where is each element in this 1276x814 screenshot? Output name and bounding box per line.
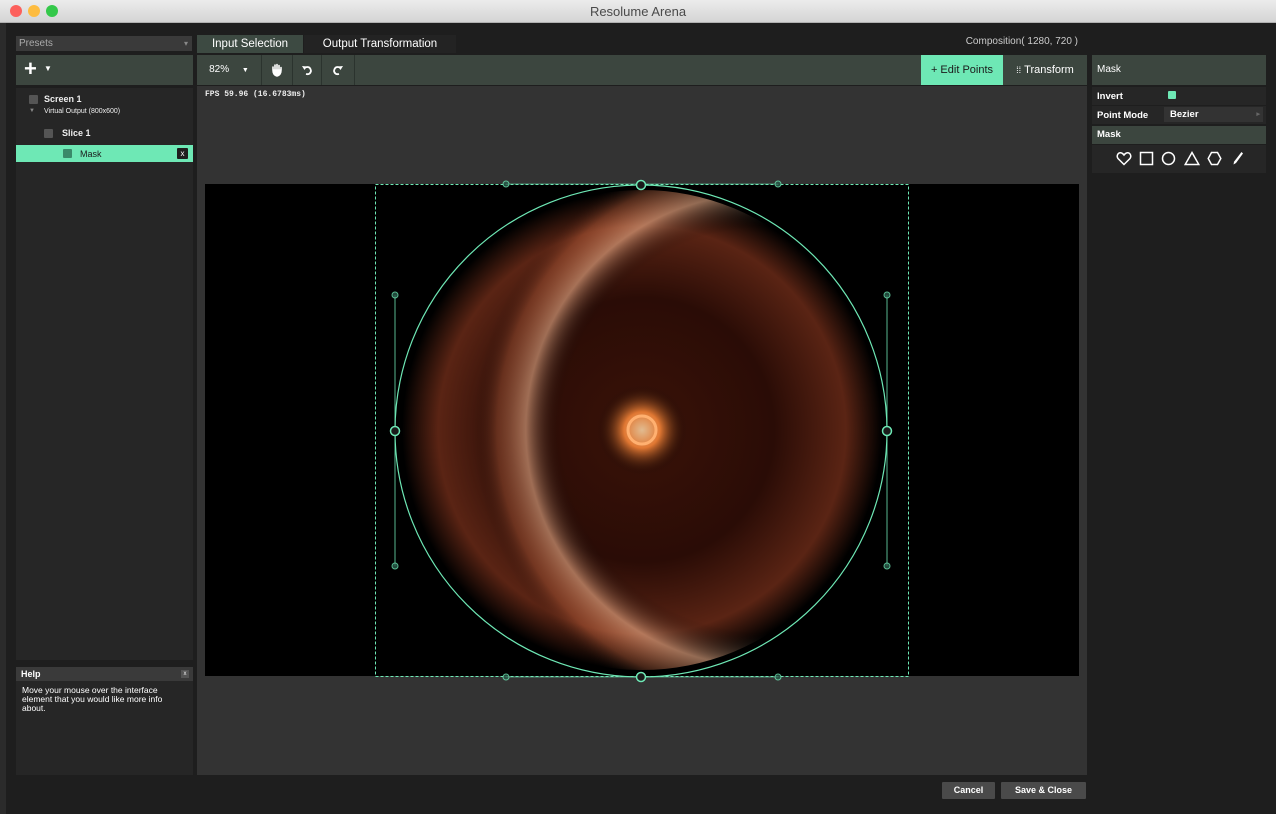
chevron-down-icon: ▼ xyxy=(241,67,249,74)
undo-button[interactable] xyxy=(293,55,322,85)
window-title: Resolume Arena xyxy=(589,4,687,19)
point-mode-row: Point Mode Bezier ▸ xyxy=(1092,106,1266,124)
tab-output-transformation[interactable]: Output Transformation xyxy=(304,35,456,53)
orb-core xyxy=(597,385,687,475)
tree-item-virtual-output[interactable]: ▼ Virtual Output (800x600) xyxy=(16,107,193,119)
tree-item-slice[interactable]: Slice 1 xyxy=(16,126,193,140)
video-preview xyxy=(205,184,1079,676)
presets-dropdown[interactable]: Presets ▾ xyxy=(16,36,192,51)
remove-mask-button[interactable]: x xyxy=(177,148,188,159)
tree-item-label: Virtual Output (800x600) xyxy=(44,108,121,115)
point-mode-value: Bezier xyxy=(1170,109,1199,120)
invert-row: Invert xyxy=(1092,87,1266,105)
help-title: Help xyxy=(16,667,193,681)
fps-readout: FPS 59.96 (16.6783ms) xyxy=(205,90,306,99)
plus-icon[interactable]: + xyxy=(24,58,37,80)
mask-properties-header: Mask xyxy=(1092,55,1266,85)
redo-button[interactable] xyxy=(322,55,355,85)
presets-label: Presets xyxy=(19,38,53,49)
video-frame xyxy=(402,190,882,670)
chevron-down-icon: ▸ xyxy=(1256,111,1260,118)
edit-points-button[interactable]: + Edit Points xyxy=(921,55,1003,85)
hand-icon xyxy=(272,63,282,77)
mask-section-header: Mask xyxy=(1092,126,1266,144)
expand-arrow-icon[interactable]: ▼ xyxy=(29,108,35,114)
hand-tool-button[interactable] xyxy=(262,55,293,85)
help-text: Move your mouse over the interface eleme… xyxy=(22,685,163,713)
composition-size: Composition( 1280, 720 ) xyxy=(965,36,1078,47)
slice-checkbox[interactable] xyxy=(44,129,53,138)
help-close-button[interactable]: x xyxy=(181,670,189,678)
cancel-button[interactable]: Cancel xyxy=(942,782,995,799)
redo-icon xyxy=(333,66,343,76)
zoom-value: 82% xyxy=(209,64,230,75)
zoom-dropdown[interactable]: 82% ▼ xyxy=(197,55,262,85)
transform-button[interactable]: ⁞⁞ Transform xyxy=(1003,55,1087,85)
point-mode-label: Point Mode xyxy=(1097,110,1149,121)
save-close-button[interactable]: Save & Close xyxy=(1001,782,1086,799)
mask-checkbox[interactable] xyxy=(63,149,72,158)
transform-label: Transform xyxy=(1024,64,1074,76)
transform-icon: ⁞⁞ xyxy=(1016,65,1022,75)
hexagon-icon[interactable] xyxy=(1207,151,1222,166)
tree-item-label: Mask xyxy=(80,149,102,159)
add-toolbar: + ▼ xyxy=(16,55,193,85)
point-mode-dropdown[interactable]: Bezier ▸ xyxy=(1164,107,1263,122)
layer-tree: Screen 1 ▼ Virtual Output (800x600) Slic… xyxy=(16,88,193,660)
mask-shape-tools xyxy=(1092,145,1266,173)
pen-icon[interactable] xyxy=(1232,151,1244,166)
square-icon[interactable] xyxy=(1139,151,1154,166)
undo-icon xyxy=(302,66,312,76)
triangle-icon[interactable] xyxy=(1184,151,1200,166)
invert-checkbox[interactable] xyxy=(1168,91,1176,99)
heart-icon[interactable] xyxy=(1116,151,1132,166)
tree-item-label: Slice 1 xyxy=(62,128,91,138)
tree-item-screen[interactable]: Screen 1 xyxy=(16,92,193,106)
tree-item-mask[interactable]: Mask x xyxy=(16,145,193,162)
chevron-down-icon: ▾ xyxy=(183,39,188,48)
circle-icon[interactable] xyxy=(1161,151,1176,166)
canvas-toolbar: 82% ▼ + Edit Points ⁞⁞ Transform xyxy=(197,55,1087,85)
title-bar: Resolume Arena xyxy=(0,0,1276,23)
tree-item-label: Screen 1 xyxy=(44,94,82,104)
tab-input-selection[interactable]: Input Selection xyxy=(197,35,303,53)
help-panel: Help x Move your mouse over the interfac… xyxy=(16,667,193,775)
chevron-down-icon[interactable]: ▼ xyxy=(44,64,52,73)
invert-label: Invert xyxy=(1097,91,1123,102)
screen-checkbox[interactable] xyxy=(29,95,38,104)
